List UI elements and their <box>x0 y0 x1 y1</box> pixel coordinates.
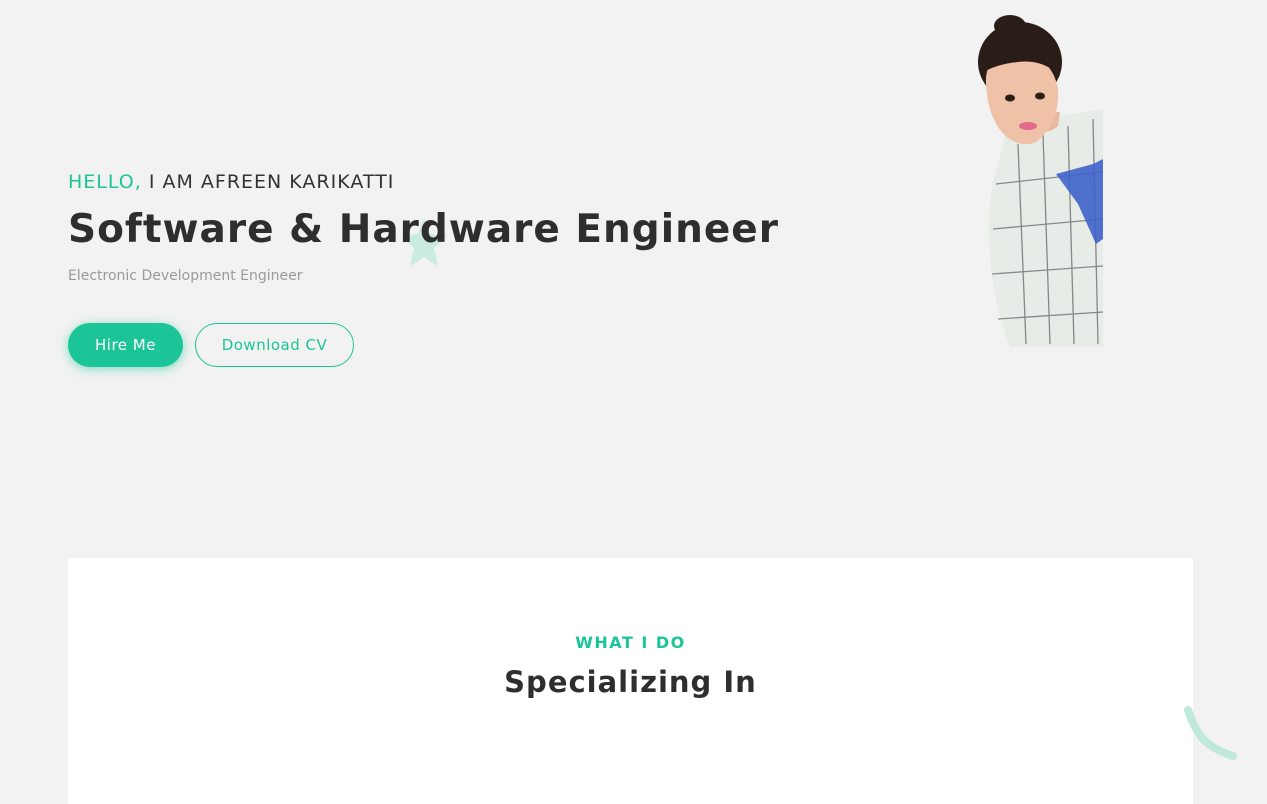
greeting-name: I AM AFREEN KARIKATTI <box>148 171 395 193</box>
hire-me-button[interactable]: Hire Me <box>68 323 183 367</box>
greeting-accent: HELLO, <box>68 171 142 193</box>
hero-title: Software & Hardware Engineer <box>68 207 779 252</box>
download-cv-button[interactable]: Download CV <box>195 323 354 367</box>
services-section: WHAT I DO Specializing In <box>68 558 1193 804</box>
hero-section: HELLO, I AM AFREEN KARIKATTI Software & … <box>68 168 828 367</box>
page: HELLO, I AM AFREEN KARIKATTI Software & … <box>0 0 1267 804</box>
services-heading: Specializing In <box>504 665 757 699</box>
hero-actions: Hire Me Download CV <box>68 323 828 367</box>
hero-greeting: HELLO, I AM AFREEN KARIKATTI <box>68 168 828 196</box>
hero-subtitle: Electronic Development Engineer <box>68 268 303 284</box>
swoosh-decoration-icon <box>1184 706 1237 760</box>
services-eyebrow: WHAT I DO <box>575 633 686 652</box>
profile-photo <box>978 15 1103 347</box>
